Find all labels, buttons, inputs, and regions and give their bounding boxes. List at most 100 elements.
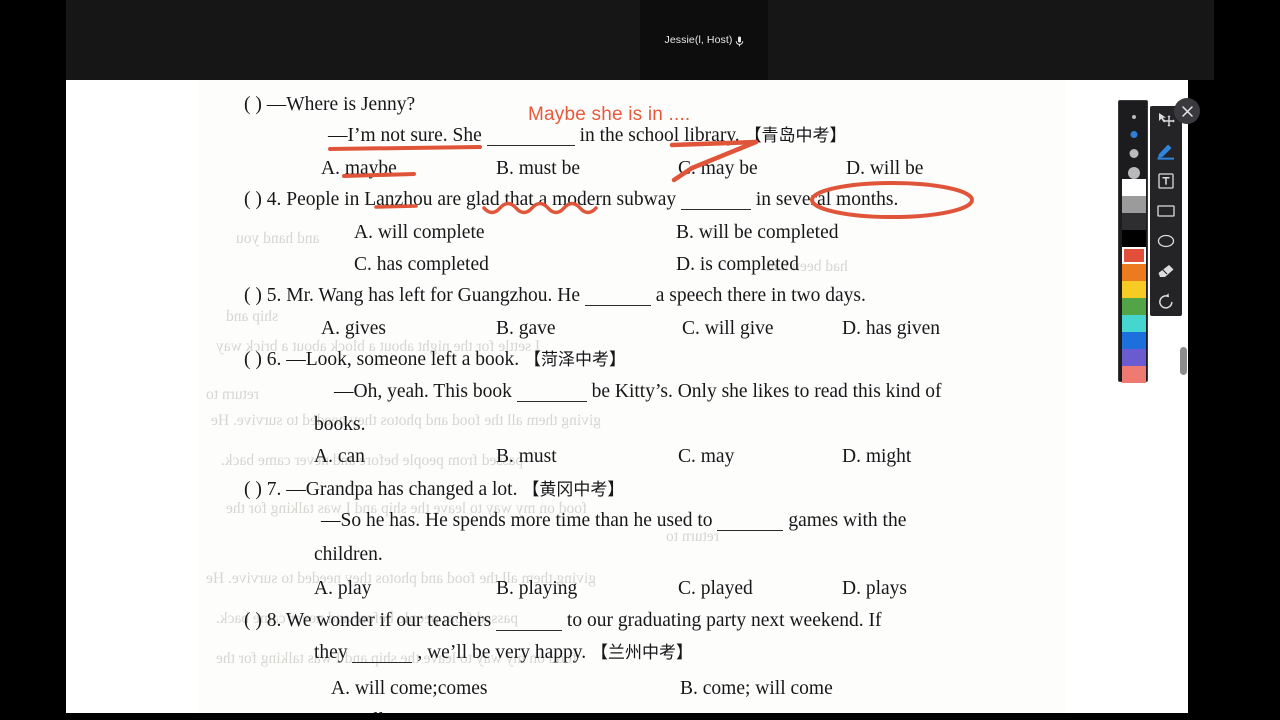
close-icon [1181,105,1193,117]
option-key: C. [682,318,700,339]
q6-option-d[interactable]: D. might [842,446,911,468]
option-text: come; will come [702,678,833,699]
answer-blank[interactable] [486,131,575,146]
option-text: must [518,446,557,467]
q5-option-c[interactable]: C. will give [682,318,774,340]
text-tool[interactable] [1150,166,1182,196]
answer-blank[interactable] [681,195,752,210]
option-key: B. [680,678,698,699]
q7-option-d[interactable]: D. plays [842,578,907,600]
answer-blank[interactable] [496,616,563,631]
q7-option-b[interactable]: B. playing [496,578,577,600]
brush-size-2[interactable] [1130,131,1138,138]
q4-option-a[interactable]: A. will complete [354,222,485,244]
option-key: B. [496,578,514,599]
option-text: may be [700,158,758,179]
q6-stem-a: 6. —Look, someone left a book. [266,349,520,370]
option-key: A. [354,222,373,243]
q3-option-a[interactable]: A. maybe [321,158,397,180]
q3-option-b[interactable]: B. must be [496,158,580,180]
undo-tool[interactable] [1150,286,1182,316]
participant-name: Jessie(l, Host) [664,34,733,46]
color-swatch-orange[interactable] [1122,264,1146,281]
video-participants-strip: Jessie(l, Host) [66,0,1214,80]
color-swatch-red[interactable] [1122,247,1146,264]
q6-option-a[interactable]: A. can [314,446,365,468]
q5-option-b[interactable]: B. gave [496,318,556,340]
option-text: has completed [376,254,489,275]
option-text: will complete [377,222,485,243]
eraser-tool[interactable] [1150,256,1182,286]
q6-option-b[interactable]: B. must [496,446,557,468]
option-key: B. [496,318,514,339]
color-swatch-darkgray[interactable] [1122,213,1146,230]
answer-paren[interactable]: ( ) [244,189,262,210]
color-swatch-cyan[interactable] [1122,315,1146,332]
answer-blank[interactable] [584,291,651,306]
q4-option-b[interactable]: B. will be completed [676,222,838,244]
q5-option-d[interactable]: D. has given [842,318,940,340]
option-key: D. [842,446,861,467]
q4-stem-a: 4. People in Lanzhou are glad that a mod… [266,189,677,210]
participant-tile-self[interactable]: Jessie(l, Host) [640,0,768,80]
q8-option-a[interactable]: A. will come;comes [331,678,488,700]
brush-size-3[interactable] [1129,149,1139,158]
option-key: A. [321,158,340,179]
q8-source-tag: 【兰州中考】 [590,643,693,663]
letterbox-right [1214,0,1280,720]
q4-option-d[interactable]: D. is completed [676,254,799,276]
q3-source-tag: 【青岛中考】 [744,126,847,146]
q4-option-c[interactable]: C. has completed [354,254,489,276]
q3-option-c[interactable]: C. may be [678,158,758,180]
color-swatch-white[interactable] [1122,179,1146,196]
shared-screen-document[interactable]: and hand you ship and had been had I set… [66,80,1188,720]
option-text: can [337,446,365,467]
rectangle-tool[interactable] [1150,196,1182,226]
q7-option-a[interactable]: A. play [314,578,371,600]
answer-blank[interactable] [352,648,413,663]
q6-option-c[interactable]: C. may [678,446,734,468]
answer-paren[interactable]: ( ) [244,349,262,370]
q7-stem-b1: —So he has. He spends more time than he … [321,510,713,531]
q7-option-c[interactable]: C. played [678,578,753,600]
answer-paren[interactable]: ( ) [244,610,262,631]
annotation-style-panel[interactable] [1118,100,1149,383]
color-swatch-gray[interactable] [1122,196,1146,213]
q5-option-a[interactable]: A. gives [321,318,386,340]
brush-size-group[interactable] [1119,101,1149,179]
q8-line-1: ( ) 8. We wonder if our teachers to our … [244,611,882,631]
q7-line-2: —So he has. He spends more time than he … [321,511,906,531]
color-swatch-green[interactable] [1122,298,1146,315]
brush-size-1[interactable] [1132,115,1136,119]
q5-line-1: ( ) 5. Mr. Wang has left for Guangzhou. … [244,286,866,306]
color-swatch-blue[interactable] [1122,332,1146,349]
color-swatch-group[interactable] [1122,179,1146,383]
answer-blank[interactable] [516,387,587,402]
q6-line-2: —Oh, yeah. This book be Kitty’s. Only sh… [334,382,941,402]
document-scrollbar-thumb[interactable] [1180,347,1187,375]
q6-source-tag: 【菏泽中考】 [524,350,626,370]
answer-paren[interactable]: ( ) [244,285,262,306]
color-swatch-yellow[interactable] [1122,281,1146,298]
pen-tool[interactable] [1150,136,1182,166]
answer-paren[interactable]: ( ) [244,94,262,115]
answer-blank[interactable] [717,516,784,531]
q3-line-2: —I’m not sure. She in the school library… [328,126,847,146]
color-swatch-pink[interactable] [1122,366,1146,383]
option-key: A. [321,318,340,339]
q3-option-d[interactable]: D. will be [846,158,923,180]
q7-line-3: children. [314,544,383,565]
annotation-tool-panel[interactable] [1150,106,1182,316]
ellipse-tool[interactable] [1150,226,1182,256]
q3-stem-b2: in the school library. [579,125,740,146]
q6-line-3: books. [314,414,366,435]
answer-paren[interactable]: ( ) [244,479,262,500]
color-swatch-purple[interactable] [1122,349,1146,366]
option-key: A. [331,678,350,699]
close-annotation-toolbar-button[interactable] [1174,98,1200,124]
color-swatch-black[interactable] [1122,230,1146,247]
q8-stem-b1: they [314,642,348,663]
q8-option-b[interactable]: B. come; will come [680,678,833,700]
q4-stem-b: in several months. [755,189,899,210]
brush-size-4[interactable] [1128,167,1140,179]
